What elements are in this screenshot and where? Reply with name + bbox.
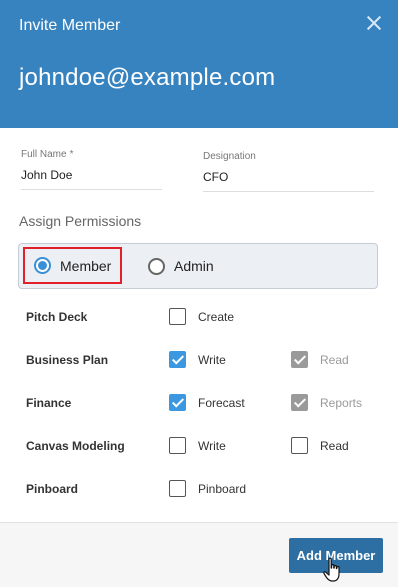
checkbox-unchecked-icon [169,480,186,497]
checkbox-label: Read [320,438,349,453]
checkbox-canvas-modeling-read[interactable]: Read [291,437,349,454]
role-radio-label: Admin [174,258,214,274]
role-radio-label: Member [60,257,112,274]
permission-row-label: Canvas Modeling [26,439,125,453]
checkbox-unchecked-icon [169,308,186,325]
checkbox-finance-forecast[interactable]: Forecast [169,394,245,411]
checkbox-canvas-modeling-write[interactable]: Write [169,437,226,454]
checkbox-business-plan-read: Read [291,351,349,368]
checkbox-business-plan-write[interactable]: Write [169,351,226,368]
designation-label: Designation [203,151,256,162]
assign-permissions-heading: Assign Permissions [19,213,142,229]
checkbox-label: Forecast [198,395,245,410]
full-name-field[interactable]: Full Name * John Doe [21,149,162,190]
full-name-label: Full Name * [21,149,74,160]
checkbox-finance-reports: Reports [291,394,362,411]
checkbox-checked-disabled-icon [291,394,308,411]
checkbox-unchecked-icon [291,437,308,454]
checkbox-label: Reports [320,395,363,410]
modal-header: Invite Member johndoe@example.com [0,0,398,128]
modal-title: Invite Member [19,17,121,34]
permission-row-label: Finance [26,396,72,410]
permission-row-label: Pitch Deck [26,310,88,324]
full-name-input[interactable]: John Doe [21,168,162,190]
hand-pointer-cursor-icon [323,557,340,582]
checkbox-label: Pinboard [198,481,247,496]
radio-unchecked-icon [148,257,165,275]
checkbox-label: Create [198,309,235,324]
close-icon[interactable] [365,14,383,32]
permission-row-label: Business Plan [26,353,109,367]
checkbox-label: Write [198,438,226,453]
designation-input[interactable]: CFO [203,170,374,192]
role-radio-member[interactable]: Member [23,247,122,284]
invitee-email: johndoe@example.com [19,64,276,91]
checkbox-pitch-deck-create[interactable]: Create [169,308,234,325]
designation-field[interactable]: Designation CFO [203,151,374,192]
checkbox-checked-icon [169,394,186,411]
radio-checked-icon [34,257,51,274]
checkbox-pinboard[interactable]: Pinboard [169,480,246,497]
permission-row-label: Pinboard [26,482,79,496]
checkbox-checked-icon [169,351,186,368]
checkbox-checked-disabled-icon [291,351,308,368]
role-radio-admin[interactable]: Admin [148,253,214,279]
checkbox-label: Write [198,352,226,367]
checkbox-unchecked-icon [169,437,186,454]
checkbox-label: Read [320,352,349,367]
